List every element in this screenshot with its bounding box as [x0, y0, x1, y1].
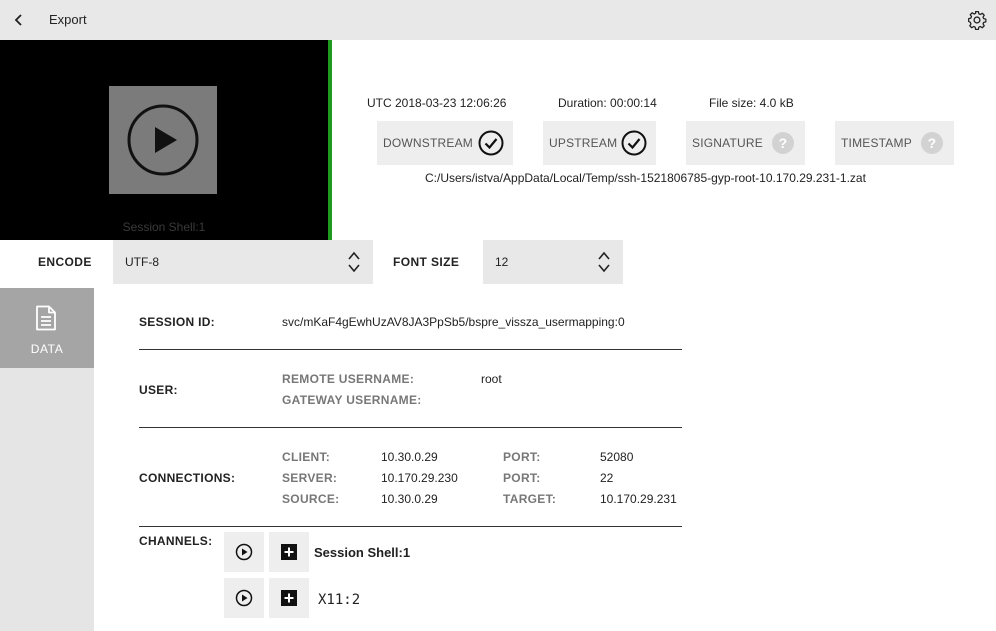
channel-add-button[interactable] [269, 578, 309, 618]
file-size: File size: 4.0 kB [709, 96, 794, 110]
port-label: PORT: [503, 471, 541, 485]
encode-label: ENCODE [38, 255, 92, 269]
duration: Duration: 00:00:14 [558, 96, 657, 110]
play-circle-icon [127, 104, 199, 176]
top-bar: Export [0, 0, 996, 40]
sidebar-tab-label: DATA [30, 342, 64, 356]
port-label: PORT: [503, 450, 541, 464]
source-label: SOURCE: [282, 492, 340, 506]
question-circle-icon: ? [772, 132, 794, 154]
session-id-value: svc/mKaF4gEwhUzAV8JA3PpSb5/bspre_vissza_… [282, 315, 625, 329]
channel-play-button[interactable] [224, 578, 264, 618]
font-size-value: 12 [495, 255, 509, 269]
encode-value: UTF-8 [125, 255, 159, 269]
user-label: USER: [139, 383, 178, 397]
video-preview: Session Shell:1 [0, 40, 328, 240]
encode-select[interactable]: UTF-8 [113, 240, 373, 284]
check-signature[interactable]: SIGNATURE ? [686, 121, 805, 165]
check-upstream[interactable]: UPSTREAM [543, 121, 656, 165]
server-label: SERVER: [282, 471, 338, 485]
plus-square-icon [281, 590, 297, 606]
play-circle-icon [235, 589, 253, 607]
play-circle-icon [235, 543, 253, 561]
channel-play-button[interactable] [224, 532, 264, 572]
check-timestamp[interactable]: TIMESTAMP ? [835, 121, 954, 165]
svg-text:?: ? [779, 135, 788, 151]
check-circle-icon [478, 130, 504, 156]
plus-square-icon [281, 544, 297, 560]
back-button[interactable] [8, 9, 30, 31]
server-port-value: 22 [600, 471, 614, 485]
remote-username-value: root [481, 372, 502, 386]
session-id-label: SESSION ID: [139, 315, 215, 329]
client-label: CLIENT: [282, 450, 331, 464]
svg-text:?: ? [928, 135, 937, 151]
channel-name: X11:2 [318, 592, 361, 608]
channel-add-button[interactable] [269, 532, 309, 572]
updown-chevron-icon [598, 251, 610, 273]
check-label: TIMESTAMP [841, 136, 912, 150]
server-value: 10.170.29.230 [381, 471, 458, 485]
settings-button[interactable] [966, 9, 988, 31]
sidebar-tab-data[interactable]: DATA [0, 288, 94, 368]
connections-label: CONNECTIONS: [139, 471, 236, 485]
client-value: 10.30.0.29 [381, 450, 438, 464]
target-label: TARGET: [503, 492, 557, 506]
page-title: Export [49, 12, 87, 27]
file-path: C:/Users/istva/AppData/Local/Temp/ssh-15… [425, 171, 866, 185]
sidebar: DATA [0, 288, 94, 631]
divider [139, 526, 682, 527]
chevron-left-icon [14, 14, 22, 26]
document-icon [36, 305, 56, 331]
check-label: UPSTREAM [549, 136, 618, 150]
preview-channel-label: Session Shell:1 [122, 220, 206, 234]
check-label: DOWNSTREAM [383, 136, 473, 150]
gateway-username-label: GATEWAY USERNAME: [282, 393, 422, 407]
question-circle-icon: ? [921, 132, 943, 154]
divider [139, 349, 682, 350]
preview-accent-bar [328, 40, 332, 240]
preview-play-button[interactable] [109, 86, 217, 194]
channels-label: CHANNELS: [139, 534, 213, 548]
updown-chevron-icon [348, 251, 360, 273]
utc-timestamp: UTC 2018-03-23 12:06:26 [367, 96, 507, 110]
gear-icon [968, 11, 987, 30]
remote-username-label: REMOTE USERNAME: [282, 372, 415, 386]
check-label: SIGNATURE [692, 136, 763, 150]
check-circle-icon [621, 130, 647, 156]
client-port-value: 52080 [600, 450, 634, 464]
divider [139, 427, 682, 428]
target-value: 10.170.29.231 [600, 492, 677, 506]
source-value: 10.30.0.29 [381, 492, 438, 506]
font-size-label: FONT SIZE [393, 255, 460, 269]
check-downstream[interactable]: DOWNSTREAM [377, 121, 513, 165]
channel-name: Session Shell:1 [314, 545, 411, 560]
font-size-select[interactable]: 12 [483, 240, 623, 284]
